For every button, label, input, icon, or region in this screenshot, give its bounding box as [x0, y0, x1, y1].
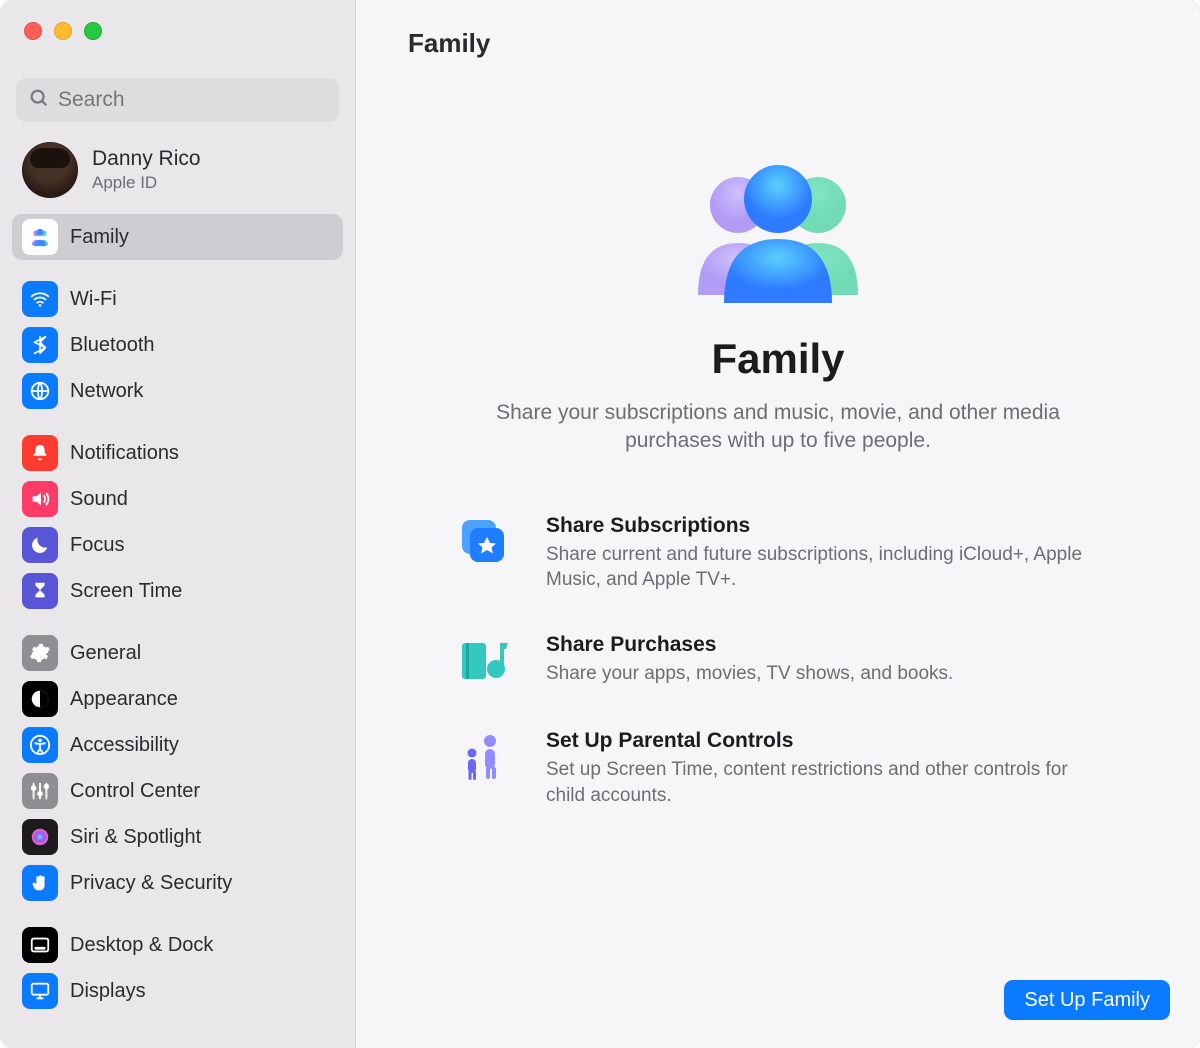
sidebar-item-notifications[interactable]: Notifications	[12, 430, 343, 476]
globe-icon	[22, 373, 58, 409]
purchases-icon	[456, 633, 512, 689]
appearance-icon	[22, 681, 58, 717]
settings-window: Danny Rico Apple ID Family Wi-Fi Bluetooth…	[0, 0, 1200, 1048]
hero: Family Share your subscriptions and musi…	[356, 59, 1200, 478]
sidebar-item-label: Desktop & Dock	[70, 934, 213, 957]
sidebar-item-label: Notifications	[70, 442, 179, 465]
sidebar-item-label: Siri & Spotlight	[70, 826, 201, 849]
feature-desc: Share current and future subscriptions, …	[546, 542, 1100, 593]
sidebar-item-label: Accessibility	[70, 734, 179, 757]
search-field[interactable]	[16, 78, 339, 122]
sidebar-item-privacy[interactable]: Privacy & Security	[12, 860, 343, 906]
hero-title: Family	[711, 335, 844, 383]
feature-desc: Set up Screen Time, content restrictions…	[546, 757, 1100, 808]
feature-purchases: Share Purchases Share your apps, movies,…	[456, 633, 1100, 689]
main-pane: Family	[356, 0, 1200, 1048]
sidebar-item-label: General	[70, 642, 141, 665]
minimize-window-button[interactable]	[54, 22, 72, 40]
page-title: Family	[356, 0, 1200, 59]
sidebar-item-screentime[interactable]: Screen Time	[12, 568, 343, 614]
account-subtitle: Apple ID	[92, 173, 201, 193]
feature-subs: Share Subscriptions Share current and fu…	[456, 514, 1100, 593]
subs-icon	[456, 514, 512, 570]
accessibility-icon	[22, 727, 58, 763]
sidebar-item-desktopdock[interactable]: Desktop & Dock	[12, 922, 343, 968]
sidebar-item-controlcenter[interactable]: Control Center	[12, 768, 343, 814]
family-icon	[22, 219, 58, 255]
hero-subtitle: Share your subscriptions and music, movi…	[458, 399, 1098, 456]
feature-list: Share Subscriptions Share current and fu…	[356, 478, 1200, 809]
sidebar-item-displays[interactable]: Displays	[12, 968, 343, 1014]
dock-icon	[22, 927, 58, 963]
close-window-button[interactable]	[24, 22, 42, 40]
apple-id-account-row[interactable]: Danny Rico Apple ID	[0, 132, 355, 208]
sidebar-item-label: Screen Time	[70, 580, 182, 603]
sidebar-item-label: Bluetooth	[70, 334, 155, 357]
feature-title: Share Subscriptions	[546, 514, 1100, 538]
sidebar-item-bluetooth[interactable]: Bluetooth	[12, 322, 343, 368]
sidebar-item-label: Family	[70, 226, 129, 249]
feature-parental: Set Up Parental Controls Set up Screen T…	[456, 729, 1100, 808]
family-hero-icon	[678, 155, 878, 305]
sidebar-item-family[interactable]: Family	[12, 214, 343, 260]
wifi-icon	[22, 281, 58, 317]
sidebar-item-accessibility[interactable]: Accessibility	[12, 722, 343, 768]
zoom-window-button[interactable]	[84, 22, 102, 40]
search-input[interactable]	[58, 88, 327, 112]
sidebar-item-sound[interactable]: Sound	[12, 476, 343, 522]
hourglass-icon	[22, 573, 58, 609]
avatar	[22, 142, 78, 198]
sidebar-item-wifi[interactable]: Wi-Fi	[12, 276, 343, 322]
set-up-family-button[interactable]: Set Up Family	[1004, 980, 1170, 1020]
siri-icon	[22, 819, 58, 855]
account-name: Danny Rico	[92, 147, 201, 171]
sidebar-item-label: Focus	[70, 534, 124, 557]
sidebar-item-label: Privacy & Security	[70, 872, 232, 895]
search-icon	[28, 87, 50, 114]
sidebar-item-label: Appearance	[70, 688, 178, 711]
sidebar-item-siri[interactable]: Siri & Spotlight	[12, 814, 343, 860]
sidebar-item-label: Control Center	[70, 780, 200, 803]
sidebar-item-label: Sound	[70, 488, 128, 511]
sidebar-item-network[interactable]: Network	[12, 368, 343, 414]
sidebar-item-label: Displays	[70, 980, 146, 1003]
feature-title: Share Purchases	[546, 633, 953, 657]
feature-title: Set Up Parental Controls	[546, 729, 1100, 753]
hand-icon	[22, 865, 58, 901]
sidebar-item-general[interactable]: General	[12, 630, 343, 676]
sliders-icon	[22, 773, 58, 809]
speaker-icon	[22, 481, 58, 517]
parental-icon	[456, 729, 512, 785]
bell-icon	[22, 435, 58, 471]
gear-icon	[22, 635, 58, 671]
window-controls	[0, 0, 355, 60]
sidebar-item-focus[interactable]: Focus	[12, 522, 343, 568]
display-icon	[22, 973, 58, 1009]
sidebar-item-label: Network	[70, 380, 143, 403]
sidebar-item-appearance[interactable]: Appearance	[12, 676, 343, 722]
feature-desc: Share your apps, movies, TV shows, and b…	[546, 661, 953, 687]
sidebar: Danny Rico Apple ID Family Wi-Fi Bluetooth…	[0, 0, 356, 1048]
sidebar-item-label: Wi-Fi	[70, 288, 117, 311]
moon-icon	[22, 527, 58, 563]
bluetooth-icon	[22, 327, 58, 363]
sidebar-list: Family Wi-Fi Bluetooth Network Notifications…	[0, 208, 355, 1014]
